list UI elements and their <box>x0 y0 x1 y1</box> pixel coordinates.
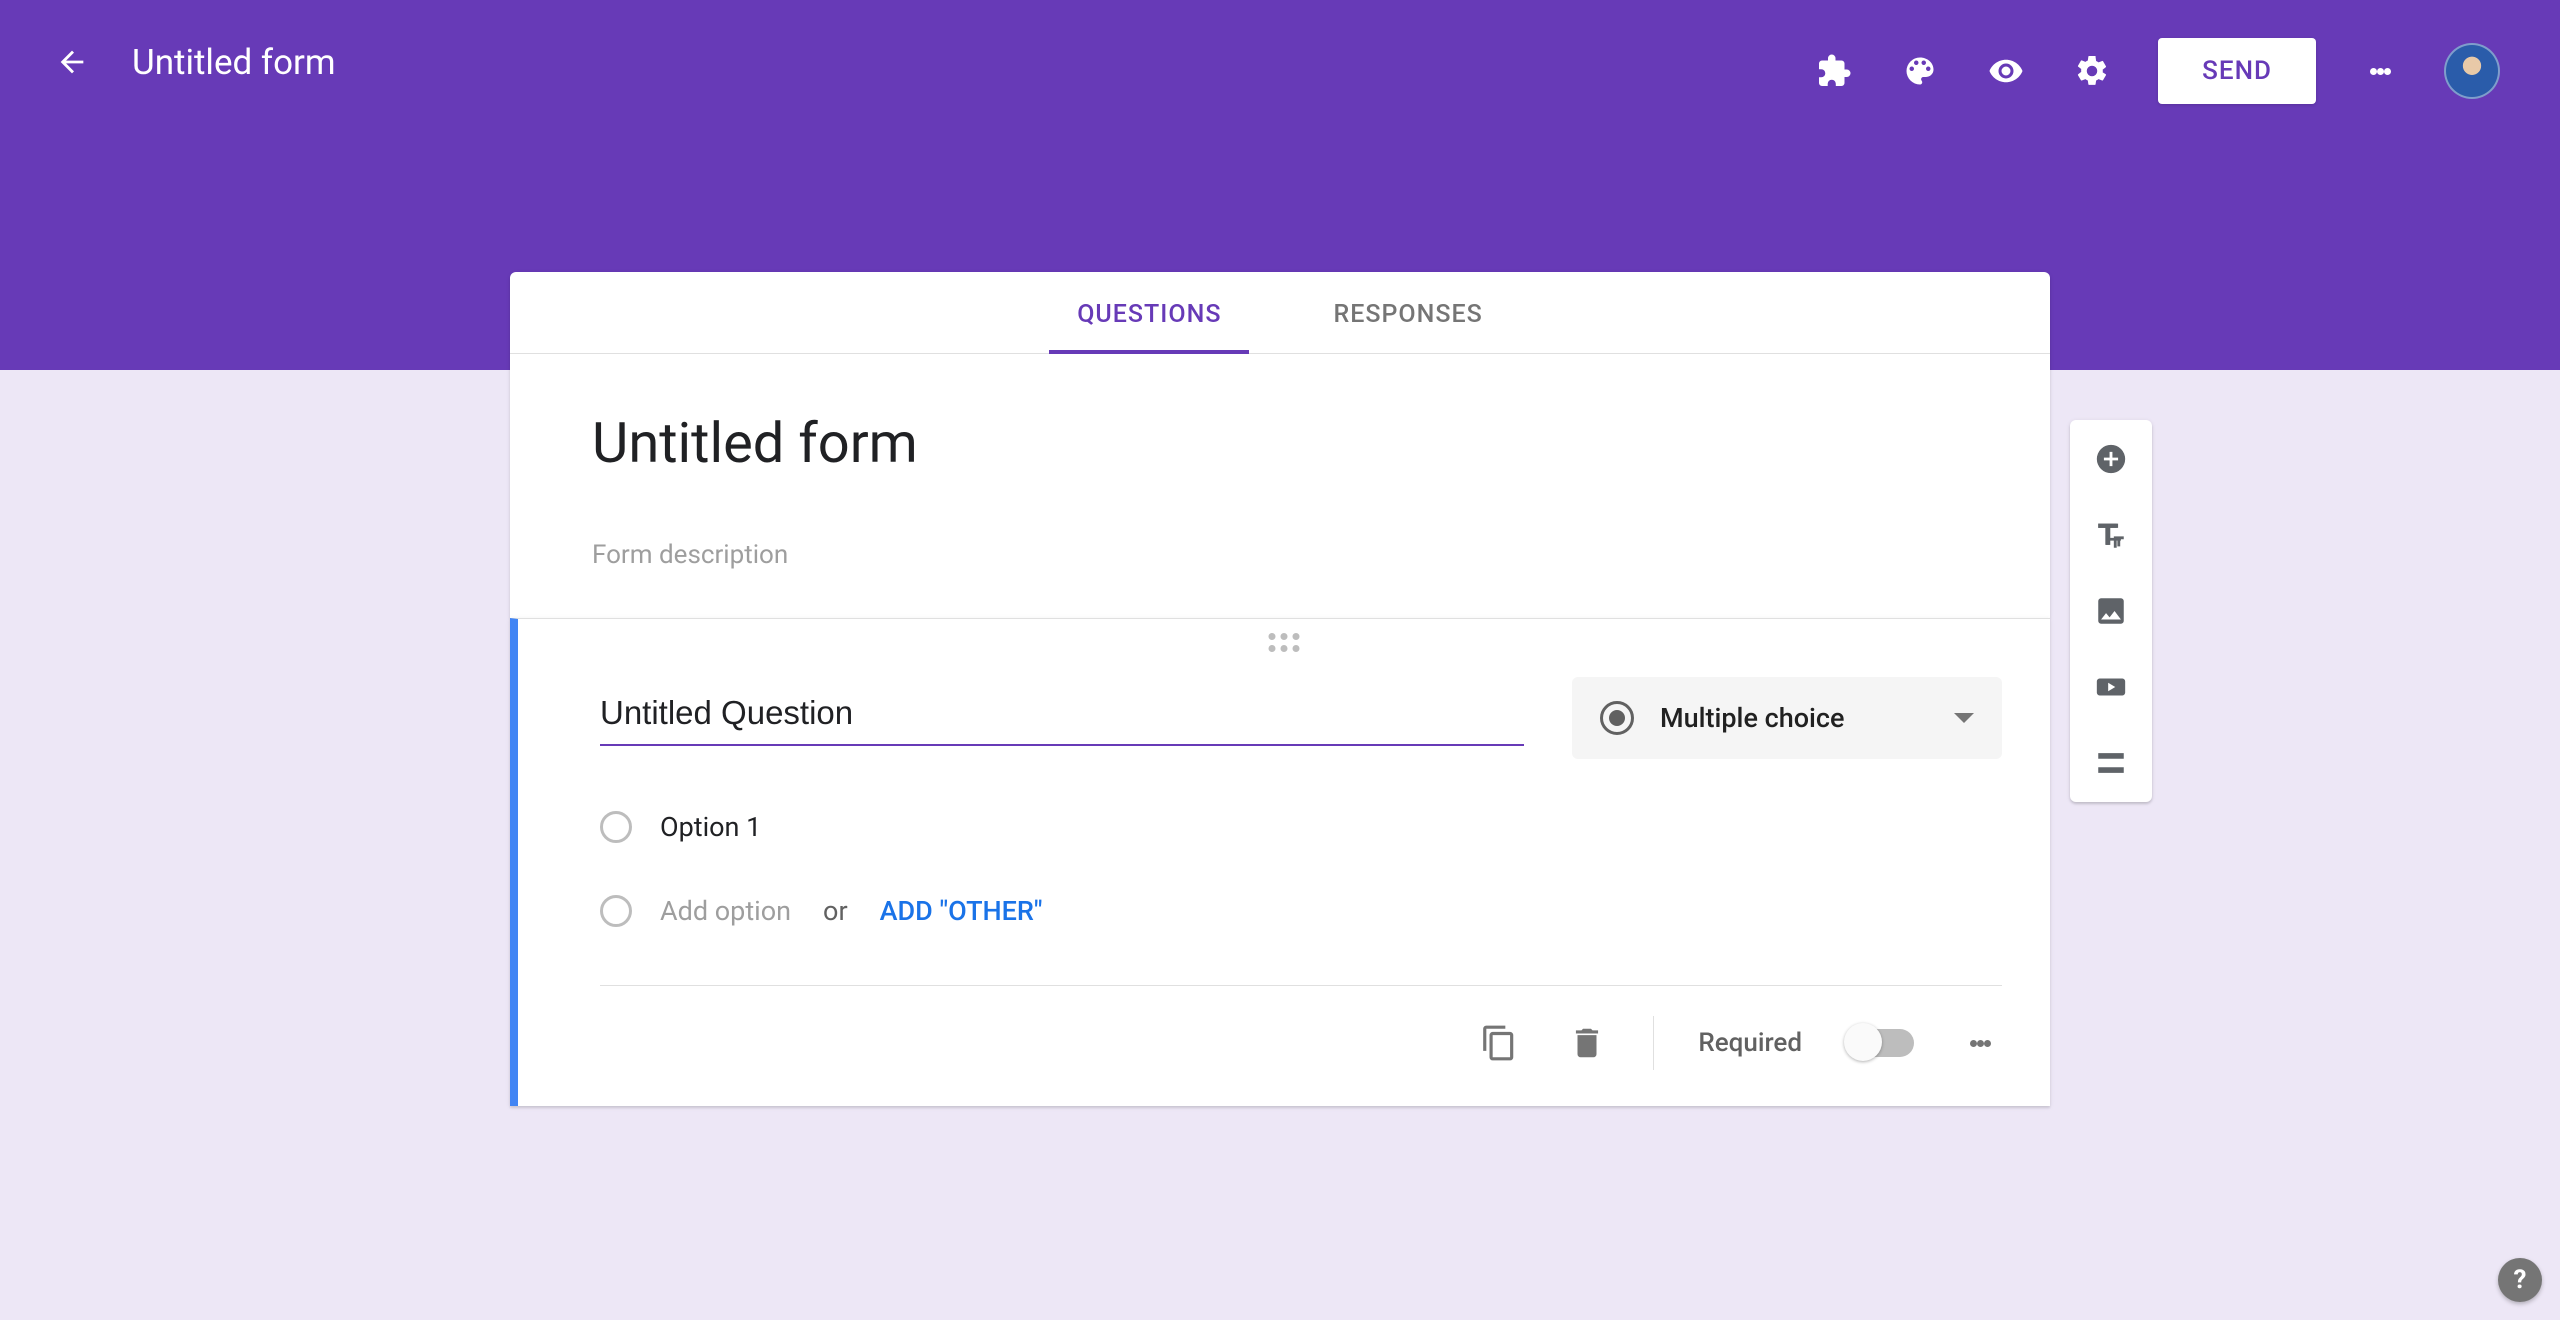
question-more-button[interactable] <box>1958 1021 2002 1065</box>
video-icon <box>2094 670 2128 704</box>
options-list: Option 1 Add option or ADD "OTHER" <box>518 759 2050 985</box>
add-video-button[interactable] <box>2088 664 2134 710</box>
form-canvas: QUESTIONS RESPONSES Untitled form Form d… <box>510 272 2050 1106</box>
required-toggle[interactable] <box>1846 1029 1914 1057</box>
form-header-card: QUESTIONS RESPONSES Untitled form Form d… <box>510 272 2050 618</box>
question-type-label: Multiple choice <box>1660 702 1928 734</box>
gear-icon <box>2074 53 2110 89</box>
question-card[interactable]: Multiple choice Option 1 Add option or A… <box>510 618 2050 1106</box>
add-section-button[interactable] <box>2088 740 2134 786</box>
radio-icon <box>1600 701 1634 735</box>
add-image-button[interactable] <box>2088 588 2134 634</box>
add-other-button[interactable]: ADD "OTHER" <box>880 895 1043 927</box>
title-section: Untitled form Form description <box>510 354 2050 618</box>
tab-responses[interactable]: RESPONSES <box>1325 300 1490 353</box>
eye-icon <box>1988 53 2024 89</box>
form-description-input[interactable]: Form description <box>592 540 1968 570</box>
copy-icon <box>1480 1024 1518 1062</box>
or-text: or <box>823 895 848 927</box>
duplicate-button[interactable] <box>1477 1021 1521 1065</box>
radio-outline-icon <box>600 811 632 843</box>
divider <box>1653 1016 1654 1070</box>
plus-circle-icon <box>2094 442 2128 476</box>
image-icon <box>2094 594 2128 628</box>
question-title-input[interactable] <box>600 690 1524 746</box>
top-actions: SEND <box>1814 38 2500 104</box>
required-label: Required <box>1698 1028 1802 1058</box>
account-avatar[interactable] <box>2444 43 2500 99</box>
text-icon <box>2094 518 2128 552</box>
document-title[interactable]: Untitled form <box>132 38 336 83</box>
arrow-back-icon <box>55 45 89 79</box>
help-icon: ? <box>2514 1265 2527 1295</box>
question-footer: Required <box>600 985 2002 1106</box>
back-arrow-button[interactable] <box>48 38 96 86</box>
add-option-placeholder[interactable]: Add option <box>660 895 791 927</box>
question-type-dropdown[interactable]: Multiple choice <box>1572 677 2002 759</box>
preview-button[interactable] <box>1986 51 2026 91</box>
more-options-button[interactable] <box>2362 53 2398 89</box>
option-label[interactable]: Option 1 <box>660 811 761 843</box>
add-question-button[interactable] <box>2088 436 2134 482</box>
drag-handle[interactable] <box>1269 633 1300 652</box>
chevron-down-icon <box>1954 713 1974 723</box>
side-toolbar <box>2070 420 2152 802</box>
section-icon <box>2094 746 2128 780</box>
option-row[interactable]: Option 1 <box>600 811 2002 843</box>
help-button[interactable]: ? <box>2498 1258 2542 1302</box>
settings-button[interactable] <box>2072 51 2112 91</box>
add-option-row: Add option or ADD "OTHER" <box>600 895 2002 927</box>
puzzle-icon <box>1816 53 1852 89</box>
addons-button[interactable] <box>1814 51 1854 91</box>
tab-bar: QUESTIONS RESPONSES <box>510 272 2050 354</box>
palette-icon <box>1902 53 1938 89</box>
theme-button[interactable] <box>1900 51 1940 91</box>
top-bar: Untitled form SEND <box>0 0 2560 130</box>
send-button[interactable]: SEND <box>2158 38 2316 104</box>
add-title-button[interactable] <box>2088 512 2134 558</box>
delete-button[interactable] <box>1565 1021 1609 1065</box>
tab-questions[interactable]: QUESTIONS <box>1069 300 1229 353</box>
trash-icon <box>1568 1024 1606 1062</box>
form-title-input[interactable]: Untitled form <box>592 410 1968 476</box>
radio-outline-icon <box>600 895 632 927</box>
